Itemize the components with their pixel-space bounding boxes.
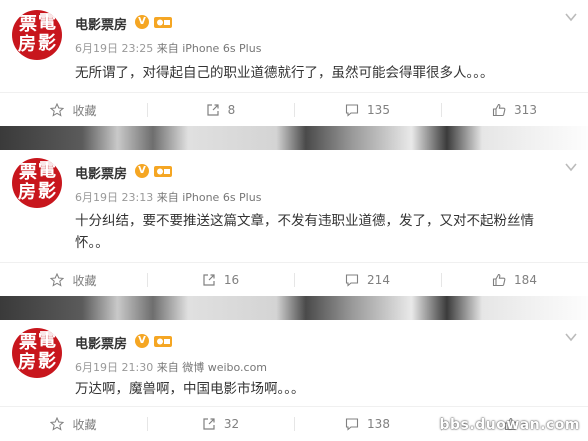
star-icon <box>50 417 65 431</box>
action-bar: 收藏 8 135 313 <box>0 92 588 127</box>
avatar[interactable]: 票 電 房 影 <box>12 10 62 60</box>
verified-badge-icon: V <box>135 164 149 178</box>
post-content: 十分纠结，要不要推送这篇文章，不发有违职业道德，发了，又对不起粉丝情怀。。 <box>75 213 534 251</box>
post-content: 无所谓了，对得起自己的职业道德就行了，虽然可能会得罪很多人。。。 <box>75 65 494 81</box>
thumbs-up-icon <box>492 103 506 117</box>
comment-button[interactable]: 214 <box>294 263 441 297</box>
action-bar: 收藏 16 214 184 <box>0 262 588 297</box>
background-strip <box>0 296 588 320</box>
post-time[interactable]: 6月19日 23:13 <box>75 191 153 204</box>
chevron-down-icon[interactable] <box>564 10 578 24</box>
comment-icon <box>345 274 359 287</box>
vip-medal-icon <box>154 166 172 177</box>
repost-icon <box>203 418 215 430</box>
post-source: 来自 iPhone 6s Plus <box>156 191 262 204</box>
favorite-label: 收藏 <box>72 417 97 432</box>
post-time[interactable]: 6月19日 21:30 <box>75 361 153 374</box>
favorite-label: 收藏 <box>72 273 97 288</box>
comment-icon <box>345 418 359 431</box>
comment-count: 214 <box>367 273 390 287</box>
like-count: 184 <box>514 273 537 287</box>
repost-count: 16 <box>223 273 240 287</box>
favorite-label: 收藏 <box>72 103 97 118</box>
avatar-char: 電 <box>38 330 56 351</box>
repost-count: 8 <box>227 103 236 117</box>
chevron-down-icon[interactable] <box>564 330 578 344</box>
background-strip <box>0 126 588 150</box>
avatar-char: 影 <box>38 33 56 54</box>
avatar-char: 票 <box>19 14 37 35</box>
avatar-char: 票 <box>19 332 37 353</box>
site-watermark: bbs.duowan.com <box>439 417 580 433</box>
thumbs-up-icon <box>492 273 506 287</box>
post-2: 票 電 房 影 电影票房 V 6月19日 23:13 来自 iPhone 6s … <box>0 150 588 296</box>
avatar-char: 電 <box>38 160 56 181</box>
post-meta: 6月19日 23:25 来自 iPhone 6s Plus <box>75 40 261 56</box>
post-time[interactable]: 6月19日 23:25 <box>75 42 153 55</box>
like-button[interactable]: 184 <box>441 263 588 297</box>
username[interactable]: 电影票房 <box>75 14 127 33</box>
username[interactable]: 电影票房 <box>75 333 127 352</box>
vip-medal-icon <box>154 336 172 347</box>
username[interactable]: 电影票房 <box>75 163 127 182</box>
verified-badge-icon: V <box>135 15 149 29</box>
favorite-button[interactable]: 收藏 <box>0 93 147 127</box>
like-button[interactable]: 313 <box>441 93 588 127</box>
like-count: 313 <box>514 103 537 117</box>
avatar-char: 房 <box>18 182 36 203</box>
chevron-down-icon[interactable] <box>564 160 578 174</box>
comment-count: 138 <box>367 417 390 431</box>
post-source: 来自 微博 weibo.com <box>156 361 268 374</box>
post-3: 票 電 房 影 电影票房 V 6月19日 21:30 来自 微博 weibo.c… <box>0 320 588 436</box>
post-1: 票 電 房 影 电影票房 V 6月19日 23:25 来自 iPhone 6s … <box>0 0 588 126</box>
avatar-char: 影 <box>38 181 56 202</box>
avatar-char: 房 <box>18 34 36 55</box>
post-meta: 6月19日 21:30 来自 微博 weibo.com <box>75 359 267 375</box>
favorite-button[interactable]: 收藏 <box>0 263 147 297</box>
post-source: 来自 iPhone 6s Plus <box>156 42 262 55</box>
comment-icon <box>345 104 359 117</box>
repost-count: 32 <box>223 417 240 431</box>
avatar-char: 電 <box>38 12 56 33</box>
avatar[interactable]: 票 電 房 影 <box>12 158 62 208</box>
repost-icon <box>203 274 215 286</box>
comment-button[interactable]: 135 <box>294 93 441 127</box>
repost-button[interactable]: 16 <box>147 263 294 297</box>
comment-count: 135 <box>367 103 390 117</box>
avatar[interactable]: 票 電 房 影 <box>12 328 62 378</box>
avatar-char: 影 <box>38 351 56 372</box>
star-icon <box>50 273 65 287</box>
repost-icon <box>207 104 219 116</box>
star-icon <box>50 103 65 117</box>
verified-badge-icon: V <box>135 334 149 348</box>
avatar-char: 房 <box>18 352 36 373</box>
post-content: 万达啊，魔兽啊，中国电影市场啊。。。 <box>75 381 305 397</box>
avatar-char: 票 <box>19 162 37 183</box>
vip-medal-icon <box>154 17 172 28</box>
repost-button[interactable]: 8 <box>147 93 294 127</box>
post-meta: 6月19日 23:13 来自 iPhone 6s Plus <box>75 189 261 205</box>
